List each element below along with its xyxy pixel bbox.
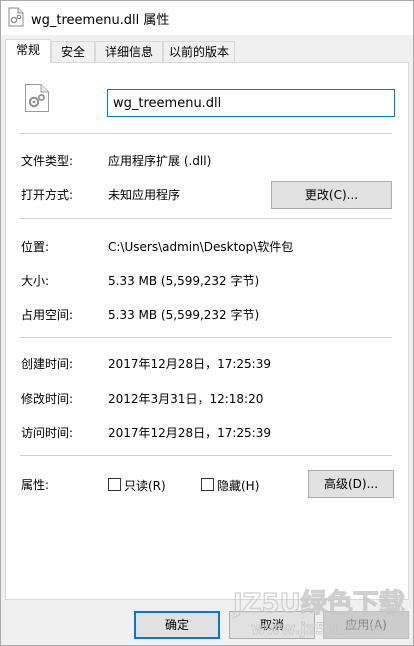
opens-with-label: 打开方式: xyxy=(21,188,74,202)
hidden-checkbox-label[interactable]: 隐藏(H) xyxy=(217,477,259,494)
separator xyxy=(20,218,392,219)
tab-security[interactable]: 安全 xyxy=(51,41,95,62)
opens-with-value: 未知应用程序 xyxy=(108,188,181,202)
readonly-checkbox[interactable] xyxy=(108,478,121,491)
properties-window: wg_treemenu.dll 属性 常规 安全 详细信息 以前的版本 文件类型… xyxy=(0,0,414,646)
size-value: 5.33 MB (5,599,232 字节) xyxy=(108,274,260,288)
title-bar[interactable]: wg_treemenu.dll 属性 xyxy=(1,1,413,35)
separator xyxy=(20,337,392,338)
dll-file-gear-icon xyxy=(24,83,50,113)
attributes-label: 属性: xyxy=(21,478,50,492)
location-label: 位置: xyxy=(21,240,50,254)
modified-label: 修改时间: xyxy=(21,392,74,406)
cancel-button[interactable]: 取消 xyxy=(229,611,315,639)
dll-file-icon xyxy=(8,7,24,27)
accessed-value: 2017年12月28日，17:25:39 xyxy=(108,426,271,440)
accessed-label: 访问时间: xyxy=(21,426,74,440)
readonly-checkbox-label[interactable]: 只读(R) xyxy=(124,477,166,494)
separator xyxy=(20,455,392,456)
size-on-disk-label: 占用空间: xyxy=(21,308,74,322)
created-value: 2017年12月28日，17:25:39 xyxy=(108,357,271,371)
size-label: 大小: xyxy=(21,274,50,288)
size-on-disk-value: 5.33 MB (5,599,232 字节) xyxy=(108,308,260,322)
hidden-checkbox[interactable] xyxy=(201,478,214,491)
general-tab-panel: 文件类型: 应用程序扩展 (.dll) 打开方式: 未知应用程序 更改(C)..… xyxy=(5,62,409,600)
modified-value: 2012年3月31日，12:18:20 xyxy=(108,392,264,406)
advanced-button[interactable]: 高级(D)... xyxy=(308,470,394,498)
file-name-input[interactable] xyxy=(107,89,395,117)
tab-general[interactable]: 常规 xyxy=(5,39,51,63)
apply-button[interactable]: 应用(A) xyxy=(323,611,409,639)
created-label: 创建时间: xyxy=(21,357,74,371)
tab-details[interactable]: 详细信息 xyxy=(95,41,163,62)
file-type-value: 应用程序扩展 (.dll) xyxy=(108,154,212,168)
separator xyxy=(20,133,392,134)
file-type-label: 文件类型: xyxy=(21,154,74,168)
ok-button[interactable]: 确定 xyxy=(134,611,220,639)
tab-previous-versions[interactable]: 以前的版本 xyxy=(163,41,235,62)
location-value: C:\Users\admin\Desktop\软件包 xyxy=(108,240,294,254)
change-button[interactable]: 更改(C)... xyxy=(271,181,392,209)
window-title: wg_treemenu.dll 属性 xyxy=(31,13,170,28)
